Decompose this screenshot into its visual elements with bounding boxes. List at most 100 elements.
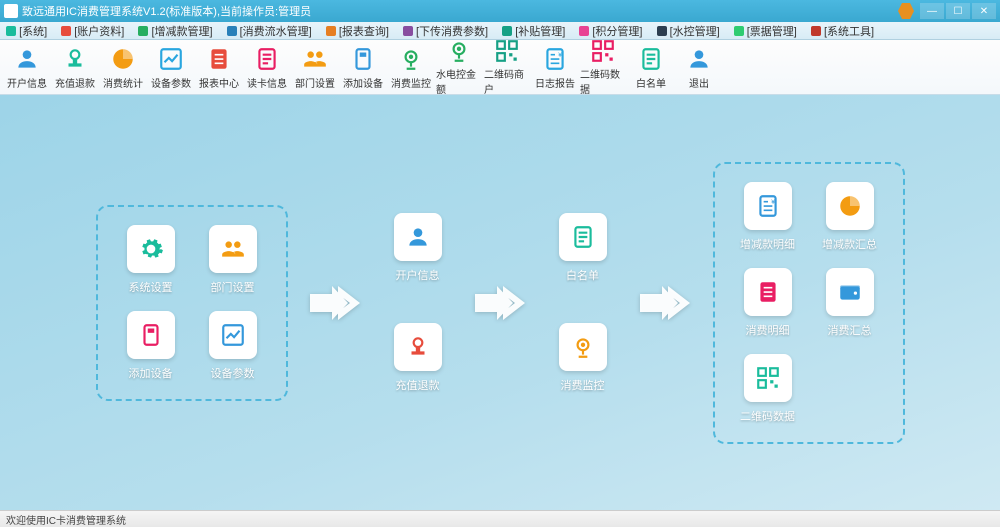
toolbar-report[interactable]: 报表中心 <box>196 42 242 92</box>
menu-item[interactable]: [系统] <box>6 23 47 39</box>
tile-recharge[interactable]: 充值退款 <box>383 323 453 393</box>
cam-icon <box>397 45 425 73</box>
toolbar-monitor[interactable]: 消费监控 <box>388 42 434 92</box>
toolbar-open-info[interactable]: 开户信息 <box>4 42 50 92</box>
tile-label: 充值退款 <box>396 377 440 393</box>
arrow-icon <box>308 283 363 323</box>
toolbar-consume[interactable]: 消费统计 <box>100 42 146 92</box>
gear-icon <box>127 225 175 273</box>
list-icon <box>253 45 281 73</box>
toolbar-label: 二维码数据 <box>580 66 626 96</box>
menu-item[interactable]: [系统工具] <box>811 23 874 39</box>
close-button[interactable]: ✕ <box>972 3 996 19</box>
svg-text:¥: ¥ <box>771 198 775 205</box>
stamp-icon <box>61 45 89 73</box>
maximize-button[interactable]: ☐ <box>946 3 970 19</box>
toolbar-label: 添加设备 <box>343 75 383 90</box>
menu-item[interactable]: [补贴管理] <box>502 23 565 39</box>
window-title: 致远通用IC消费管理系统V1.2(标准版本),当前操作员:管理员 <box>22 3 898 19</box>
tile-label: 部门设置 <box>211 279 255 295</box>
tile-qr-data[interactable]: 二维码数据 <box>733 354 803 424</box>
workflow-canvas: 系统设置 部门设置添加设备 设备参数 开户信息充值退款 白名单消费监控 ¥ 增减款明细… <box>0 95 1000 510</box>
menu-item[interactable]: [账户资料] <box>61 23 124 39</box>
list-icon <box>637 45 665 73</box>
toolbar-label: 白名单 <box>636 75 666 90</box>
menu-label: [补贴管理] <box>515 26 565 38</box>
device-icon <box>127 311 175 359</box>
toolbar-card[interactable]: 读卡信息 <box>244 42 290 92</box>
toolbar-label: 开户信息 <box>7 75 47 90</box>
title-bar: 致远通用IC消费管理系统V1.2(标准版本),当前操作员:管理员 — ☐ ✕ <box>0 0 1000 22</box>
tile-add-dev[interactable]: 添加设备 <box>116 311 186 381</box>
qr-icon <box>493 38 521 64</box>
toolbar-qr-vend[interactable]: 二维码商户 <box>484 42 530 92</box>
menu-item[interactable]: [下传消费参数] <box>403 23 488 39</box>
toolbar-label: 充值退款 <box>55 75 95 90</box>
menu-item[interactable]: [报表查询] <box>326 23 389 39</box>
tile-label: 消费明细 <box>746 322 790 338</box>
tile-cons-detail[interactable]: 消费明细 <box>733 268 803 338</box>
panel-settings: 系统设置 部门设置添加设备 设备参数 <box>96 205 288 401</box>
svg-text:¥: ¥ <box>558 51 562 58</box>
menu-item[interactable]: [水控管理] <box>657 23 720 39</box>
toolbar: 开户信息充值退款消费统计设备参数报表中心读卡信息部门设置添加设备消费监控水电控金… <box>0 40 1000 95</box>
tile-sys-set[interactable]: 系统设置 <box>116 225 186 295</box>
arrow-icon <box>638 283 693 323</box>
toolbar-exit[interactable]: 退出 <box>676 42 722 92</box>
menu-label: [增减款管理] <box>151 26 212 38</box>
list-icon <box>559 213 607 261</box>
tile-inc-sum[interactable]: 增减款汇总 <box>815 182 885 252</box>
tile-monitor[interactable]: 消费监控 <box>548 323 618 393</box>
toolbar-dept[interactable]: 部门设置 <box>292 42 338 92</box>
chart-icon <box>157 45 185 73</box>
toolbar-label: 读卡信息 <box>247 75 287 90</box>
toolbar-label: 消费监控 <box>391 75 431 90</box>
tile-label: 消费监控 <box>561 377 605 393</box>
wallet-icon <box>826 268 874 316</box>
tile-dept-set[interactable]: 部门设置 <box>198 225 268 295</box>
menu-label: [水控管理] <box>670 26 720 38</box>
tile-label: 开户信息 <box>396 267 440 283</box>
panel-reports: ¥ 增减款明细 增减款汇总消费明细 消费汇总二维码数据 <box>713 162 905 444</box>
toolbar-whitelist[interactable]: 白名单 <box>628 42 674 92</box>
tile-dev-param[interactable]: 设备参数 <box>198 311 268 381</box>
toolbar-label: 退出 <box>689 75 709 90</box>
qr-icon <box>589 38 617 64</box>
tile-label: 二维码数据 <box>740 408 795 424</box>
tile-open-info[interactable]: 开户信息 <box>383 213 453 283</box>
menu-item[interactable]: [消费流水管理] <box>227 23 312 39</box>
menu-item[interactable]: [增减款管理] <box>138 23 212 39</box>
menu-label: [消费流水管理] <box>240 26 312 38</box>
toolbar-add-dev[interactable]: 添加设备 <box>340 42 386 92</box>
toolbar-water[interactable]: 水电控金额 <box>436 42 482 92</box>
minimize-button[interactable]: — <box>920 3 944 19</box>
toolbar-label: 报表中心 <box>199 75 239 90</box>
tile-label: 系统设置 <box>129 279 173 295</box>
menu-item[interactable]: [积分管理] <box>579 23 642 39</box>
tile-label: 设备参数 <box>211 365 255 381</box>
toolbar-log[interactable]: ¥ 日志报告 <box>532 42 578 92</box>
toolbar-label: 二维码商户 <box>484 66 530 96</box>
panel-accounts: 开户信息充值退款 <box>383 213 453 393</box>
toolbar-label: 日志报告 <box>535 75 575 90</box>
sheet-icon <box>744 268 792 316</box>
tile-label: 添加设备 <box>129 365 173 381</box>
tile-label: 增减款汇总 <box>822 236 877 252</box>
tile-label: 增减款明细 <box>740 236 795 252</box>
tile-whitelist[interactable]: 白名单 <box>548 213 618 283</box>
toolbar-dev-param[interactable]: 设备参数 <box>148 42 194 92</box>
tile-inc-detail[interactable]: ¥ 增减款明细 <box>733 182 803 252</box>
skin-icon[interactable] <box>898 3 914 19</box>
pie-icon <box>109 45 137 73</box>
toolbar-qr-data[interactable]: 二维码数据 <box>580 42 626 92</box>
group-icon <box>301 45 329 73</box>
user-icon <box>394 213 442 261</box>
menu-label: [账户资料] <box>74 26 124 38</box>
menu-label: [积分管理] <box>592 26 642 38</box>
menu-item[interactable]: [票据管理] <box>734 23 797 39</box>
tile-cons-sum[interactable]: 消费汇总 <box>815 268 885 338</box>
menu-label: [报表查询] <box>339 26 389 38</box>
cam-icon <box>559 323 607 371</box>
toolbar-recharge[interactable]: 充值退款 <box>52 42 98 92</box>
device-icon <box>349 45 377 73</box>
